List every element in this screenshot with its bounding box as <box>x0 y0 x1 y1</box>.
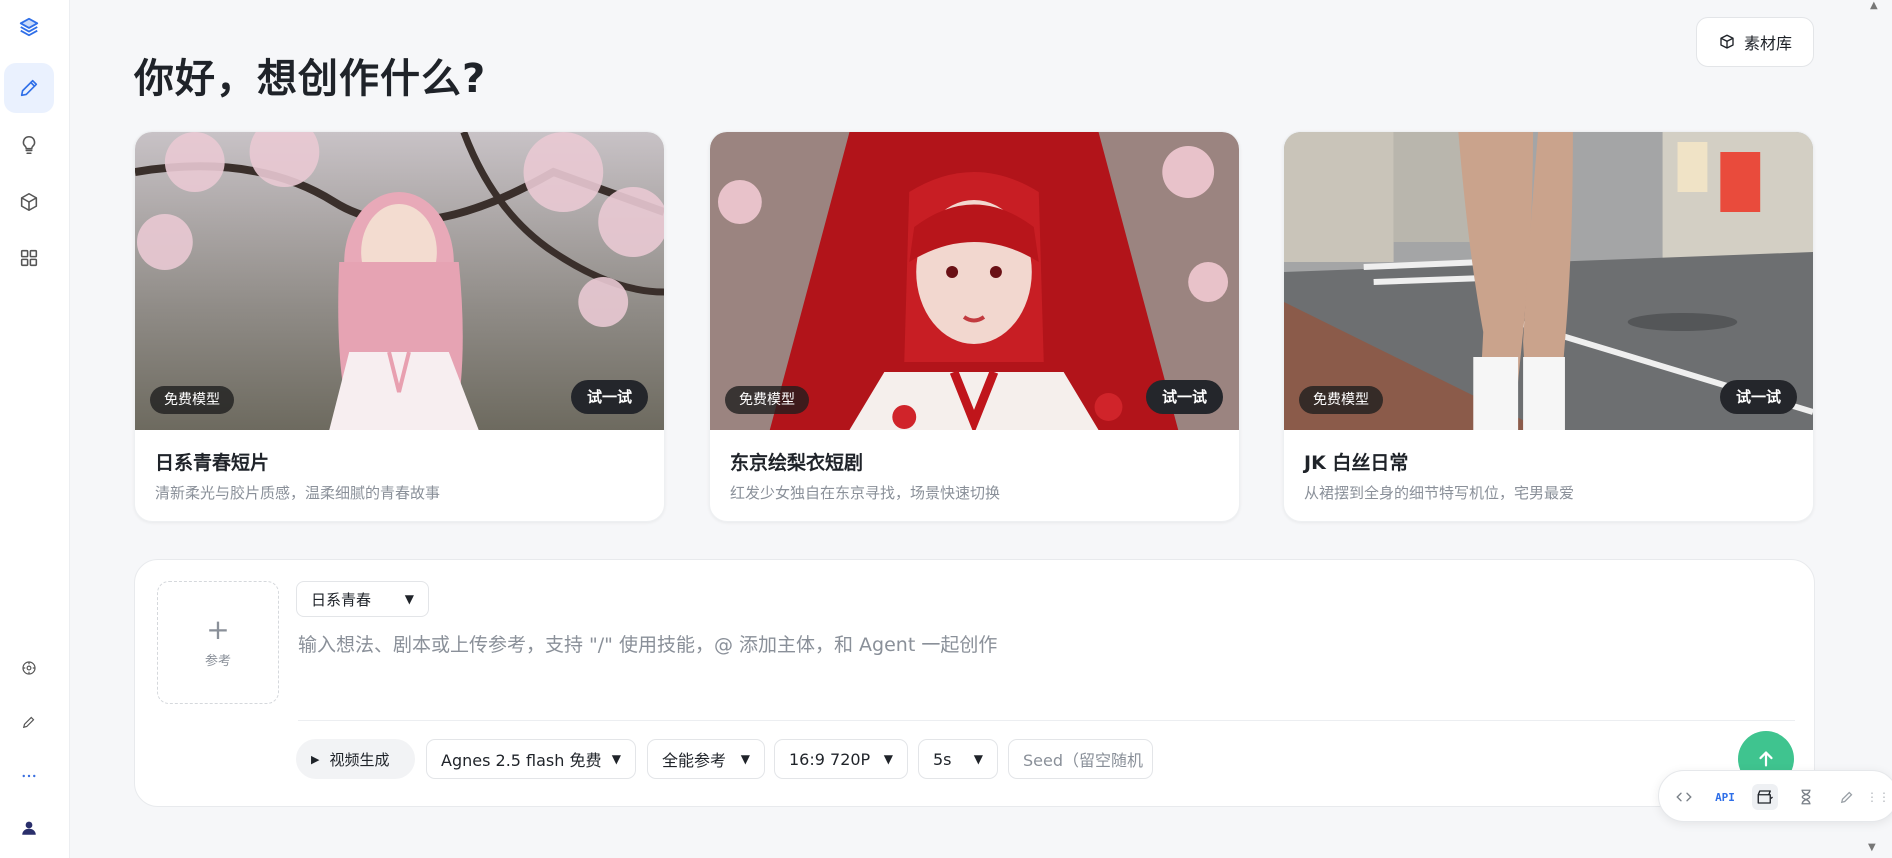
sidebar-item-ideas[interactable] <box>4 120 54 170</box>
reference-mode-select[interactable]: 全能参考 ▼ <box>647 739 765 779</box>
try-button[interactable]: 试一试 <box>1719 380 1797 414</box>
apps-grid-icon <box>20 249 38 267</box>
sidebar <box>0 0 70 858</box>
add-reference-button[interactable]: + 参考 <box>157 581 279 704</box>
clapper-icon[interactable] <box>1752 784 1778 810</box>
api-label: API <box>1715 790 1735 804</box>
floating-toolbar: API ⋮⋮ <box>1658 770 1892 822</box>
sidebar-item-create[interactable] <box>4 63 54 113</box>
play-icon: ▶ <box>311 752 320 766</box>
card-description: 红发少女独自在东京寻找，场景快速切换 <box>730 484 1001 502</box>
library-button-label: 素材库 <box>1743 34 1792 53</box>
pen-icon[interactable] <box>1834 784 1860 810</box>
more-dots-icon <box>22 774 36 778</box>
free-model-badge: 免费模型 <box>1299 386 1383 414</box>
sidebar-item-apps[interactable] <box>4 233 54 283</box>
model-select-value: Agnes 2.5 flash 免费 <box>441 751 602 770</box>
card-thumbnail: 免费模型 试一试 <box>1284 132 1813 430</box>
hourglass-icon[interactable] <box>1793 784 1819 810</box>
chevron-down-icon: ▼ <box>883 752 893 766</box>
library-button[interactable]: 素材库 <box>1696 17 1814 67</box>
box-icon <box>1720 34 1734 49</box>
seed-input[interactable]: Seed（留空随机 <box>1008 739 1153 779</box>
scroll-up-arrow[interactable]: ▲ <box>1870 0 1878 11</box>
card-thumbnail: 免费模型 试一试 <box>135 132 664 430</box>
video-generation-mode-button[interactable]: ▶ 视频生成 <box>296 739 415 779</box>
lightbulb-icon <box>22 135 36 155</box>
reference-label: 参考 <box>204 654 231 669</box>
layers-logo-icon[interactable] <box>4 2 54 52</box>
scroll-down-arrow[interactable]: ▼ <box>1868 842 1876 853</box>
reference-mode-value: 全能参考 <box>662 751 727 770</box>
pencil-icon <box>20 79 38 97</box>
style-select-value: 日系青春 <box>311 590 372 609</box>
try-button[interactable]: 试一试 <box>1145 380 1223 414</box>
sidebar-item-edit[interactable] <box>4 697 54 747</box>
drag-handle-icon[interactable]: ⋮⋮ <box>1866 784 1890 810</box>
card-title: 日系青春短片 <box>155 452 270 474</box>
prompt-composer: + 参考 日系青春 ▼ 输入想法、剧本或上传参考，支持 "/" 使用技能，@ 添… <box>134 559 1815 807</box>
chevron-down-icon: ▼ <box>740 752 750 766</box>
prompt-input[interactable]: 输入想法、剧本或上传参考，支持 "/" 使用技能，@ 添加主体，和 Agent … <box>298 630 997 657</box>
free-model-badge: 免费模型 <box>150 386 234 414</box>
free-model-badge: 免费模型 <box>725 386 809 414</box>
cube-icon <box>20 192 38 212</box>
card-thumbnail: 免费模型 试一试 <box>710 132 1239 430</box>
seed-placeholder: Seed（留空随机 <box>1023 751 1144 770</box>
chevron-down-icon: ▼ <box>973 752 983 766</box>
card-description: 从裙摆到全身的细节特写机位，宅男最爱 <box>1304 484 1575 502</box>
card-title: 东京绘梨衣短剧 <box>730 452 864 474</box>
compass-icon <box>22 661 36 675</box>
sidebar-item-more[interactable] <box>4 751 54 801</box>
sidebar-item-assets[interactable] <box>4 177 54 227</box>
code-icon[interactable] <box>1671 784 1697 810</box>
template-card[interactable]: 免费模型 试一试 日系青春短片 清新柔光与胶片质感，温柔细腻的青春故事 <box>134 131 665 522</box>
chevron-down-icon: ▼ <box>611 752 621 766</box>
edit-icon <box>22 716 35 729</box>
ratio-resolution-value: 16:9 720P <box>789 749 871 769</box>
chevron-down-icon: ▼ <box>404 592 414 606</box>
card-title: JK 白丝日常 <box>1304 452 1409 474</box>
plus-icon: + <box>206 613 230 646</box>
card-description: 清新柔光与胶片质感，温柔细腻的青春故事 <box>155 484 441 502</box>
style-select[interactable]: 日系青春 ▼ <box>296 581 429 617</box>
composer-divider <box>298 720 1795 721</box>
sidebar-item-explore[interactable] <box>4 643 54 693</box>
duration-value: 5s <box>933 749 952 769</box>
template-card[interactable]: 免费模型 试一试 东京绘梨衣短剧 红发少女独自在东京寻找，场景快速切换 <box>709 131 1240 522</box>
user-avatar-icon <box>22 821 36 835</box>
page-title: 你好，想创作什么? <box>134 56 487 102</box>
sidebar-item-profile[interactable] <box>4 803 54 853</box>
model-select[interactable]: Agnes 2.5 flash 免费 ▼ <box>426 739 636 779</box>
duration-select[interactable]: 5s ▼ <box>918 739 998 779</box>
api-button[interactable]: API <box>1712 784 1738 810</box>
arrow-up-icon <box>1759 751 1773 767</box>
mode-label: 视频生成 <box>329 750 390 769</box>
try-button[interactable]: 试一试 <box>570 380 648 414</box>
template-card[interactable]: 免费模型 试一试 JK 白丝日常 从裙摆到全身的细节特写机位，宅男最爱 <box>1283 131 1814 522</box>
ratio-resolution-select[interactable]: 16:9 720P ▼ <box>774 739 908 779</box>
